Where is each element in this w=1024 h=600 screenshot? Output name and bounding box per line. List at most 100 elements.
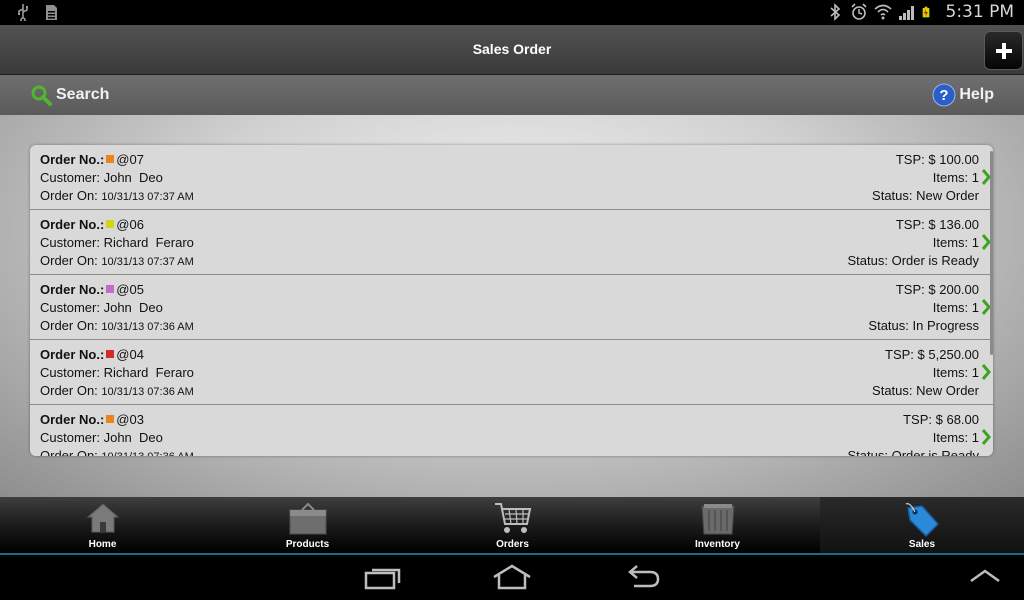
tab-home-label: Home [88, 539, 117, 550]
order-date-line: Order On: 10/31/13 07:37 AM [40, 188, 194, 203]
items-label: Items: [932, 430, 969, 445]
order-row[interactable]: Order No.: @07 Customer: John Deo Order O… [30, 145, 993, 210]
order-date-line: Order On: 10/31/13 07:36 AM [40, 318, 194, 333]
system-nav-bar [0, 555, 1024, 600]
order-status-color [106, 415, 115, 423]
search-icon [31, 85, 52, 106]
chevron-right-icon[interactable] [981, 428, 991, 446]
items-value: 1 [971, 365, 979, 380]
tab-orders[interactable]: Orders [410, 497, 615, 553]
status-label: Status: [847, 253, 888, 268]
order-date-line: Order On: 10/31/13 07:37 AM [40, 253, 194, 268]
order-date-line: Order On: 10/31/13 07:36 AM [40, 448, 194, 456]
customer-name: John Deo [103, 300, 163, 315]
order-date-label: Order On: [40, 448, 98, 456]
status-value: New Order [916, 383, 979, 398]
order-number-label: Order No.: [40, 217, 105, 232]
price-tag-icon [905, 503, 940, 538]
tab-products-label: Products [285, 539, 330, 550]
battery-icon [922, 6, 929, 18]
tab-sales-label: Sales [908, 539, 936, 550]
order-date: 10/31/13 07:36 AM [101, 451, 193, 456]
tsp-label: TSP: [895, 282, 925, 297]
tab-products[interactable]: Products [205, 497, 410, 553]
tsp-label: TSP: [885, 347, 914, 362]
tsp-label: TSP: [895, 217, 925, 232]
customer-line: Customer: John Deo [40, 170, 163, 185]
order-date: 10/31/13 07:37 AM [101, 256, 194, 268]
status-label: Status: [872, 383, 913, 398]
help-label: Help [959, 86, 994, 103]
help-button[interactable]: ? Help [932, 83, 994, 107]
order-row[interactable]: Order No.: @04 Customer: Richard Feraro O… [30, 340, 993, 405]
back-icon[interactable] [624, 563, 662, 591]
inventory-bin-icon [700, 504, 735, 535]
help-icon: ? [932, 83, 956, 107]
order-number-line: Order No.: @05 [40, 282, 144, 297]
order-number-label: Order No.: [40, 347, 105, 362]
list-scrollbar[interactable] [990, 151, 993, 355]
search-label: Search [56, 86, 110, 103]
tab-sales[interactable]: Sales [820, 497, 1024, 553]
search-button[interactable]: Search [30, 84, 109, 106]
customer-label: Customer: [40, 235, 100, 250]
title-bar: Sales Order [0, 25, 1024, 75]
tsp-label: TSP: [895, 152, 925, 167]
items-value: 1 [971, 430, 979, 445]
order-date: 10/31/13 07:36 AM [101, 321, 194, 333]
customer-label: Customer: [40, 365, 100, 380]
order-number-label: Order No.: [40, 152, 105, 167]
order-number-line: Order No.: @04 [40, 347, 144, 362]
svg-text:?: ? [940, 87, 949, 104]
order-number: @05 [116, 282, 144, 297]
tsp-value: $ 5,250.00 [917, 347, 979, 362]
order-status-color [106, 220, 115, 228]
customer-label: Customer: [40, 430, 100, 445]
sd-card-icon [46, 5, 57, 20]
order-date-label: Order On: [40, 318, 98, 333]
order-number-line: Order No.: @07 [40, 152, 144, 167]
items-value: 1 [971, 300, 979, 315]
order-row[interactable]: Order No.: @06 Customer: Richard Feraro O… [30, 210, 993, 275]
status-line: Status: New Order [872, 383, 979, 398]
status-line: Status: New Order [872, 188, 979, 203]
order-number-label: Order No.: [40, 412, 105, 427]
tsp-line: TSP: $ 100.00 [896, 152, 979, 167]
page-title: Sales Order [472, 41, 552, 57]
signal-icon [898, 6, 914, 20]
tab-home[interactable]: Home [0, 497, 205, 553]
order-number: @06 [116, 217, 144, 232]
order-list[interactable]: Order No.: @07 Customer: John Deo Order O… [30, 145, 993, 456]
order-number-line: Order No.: @03 [40, 412, 144, 427]
order-number: @04 [116, 347, 144, 362]
status-label: Status: [868, 318, 909, 333]
home-nav-icon[interactable] [491, 563, 533, 591]
status-value: In Progress [912, 318, 979, 333]
order-row[interactable]: Order No.: @05 Customer: John Deo Order O… [30, 275, 993, 340]
status-label: Status: [872, 188, 913, 203]
items-label: Items: [932, 365, 969, 380]
order-status-color [106, 350, 115, 358]
tab-inventory-label: Inventory [694, 539, 740, 550]
recent-apps-icon[interactable] [364, 563, 402, 591]
items-label: Items: [932, 235, 969, 250]
chevron-right-icon[interactable] [981, 363, 991, 381]
order-number-line: Order No.: @06 [40, 217, 144, 232]
wifi-icon [873, 4, 892, 20]
items-line: Items: 1 [933, 235, 979, 250]
order-row[interactable]: Order No.: @03 Customer: John Deo Order O… [30, 405, 993, 456]
tsp-value: $ 68.00 [935, 412, 979, 427]
cart-icon [494, 503, 531, 533]
tab-inventory[interactable]: Inventory [615, 497, 820, 553]
items-value: 1 [971, 235, 979, 250]
status-bar: 5:31 PM [0, 0, 1024, 25]
order-date: 10/31/13 07:37 AM [101, 191, 194, 203]
menu-up-icon[interactable] [968, 567, 1002, 585]
order-date-label: Order On: [40, 383, 98, 398]
add-order-button[interactable] [984, 31, 1023, 70]
status-line: Status: Order is Ready [847, 448, 979, 456]
items-line: Items: 1 [933, 300, 979, 315]
tsp-line: TSP: $ 136.00 [896, 217, 979, 232]
bluetooth-icon [829, 3, 840, 21]
bottom-tab-bar: Home Products Orders Inventory Sales [0, 497, 1024, 555]
